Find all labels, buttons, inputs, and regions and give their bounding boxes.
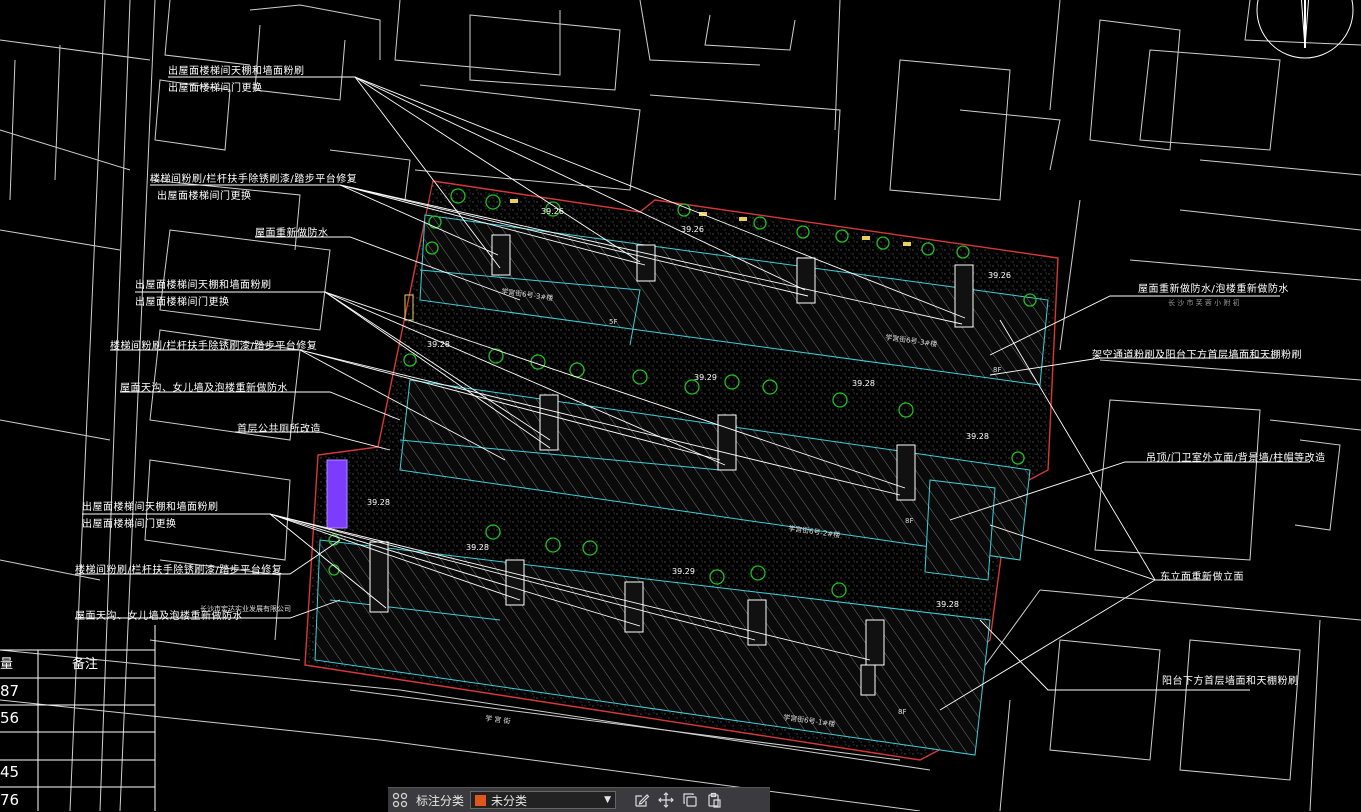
cad-drawing-canvas[interactable] [0,0,1361,811]
table-cell: 76 [0,791,20,809]
annotation-label: 东立面重新做立面 [1160,572,1244,583]
annotation-label: 屋面天沟、女儿墙及泡楼重新做防水 [120,383,288,394]
public-toilet-block [326,459,348,529]
annotation-label: 出屋面楼梯间门更换 [82,519,177,530]
paste-icon[interactable] [702,789,726,811]
elevation-mark: 39.28 [936,600,959,609]
annotation-label: 出屋面楼梯间门更换 [135,297,230,308]
annotation-label: 架空通道粉刷及阳台下方首层墙面和天棚粉刷 [1092,350,1302,361]
company-label: 长沙市宏达实业发展有限公司 [200,605,291,613]
annotation-label: 出屋面楼梯间天棚和墙面粉刷 [135,280,272,291]
floor-label: 8F [905,517,914,525]
category-swatch [475,794,487,806]
elevation-mark: 39.28 [427,340,450,349]
elevation-mark: 39.26 [541,207,564,216]
legend-table: 量 备注 87 56 45 76 [0,625,155,811]
edit-icon[interactable] [630,789,654,811]
annotation-toolbar: 标注分类 未分类 ▼ [388,787,770,812]
annotation-label: 出屋面楼梯间天棚和墙面粉刷 [168,66,305,77]
elevation-mark: 39.28 [966,432,989,441]
annotation-label: 楼梯间粉刷/栏杆扶手除锈刷漆/踏步平台修复 [110,341,318,352]
elevation-mark: 39.28 [367,498,390,507]
elevation-mark: 39.28 [852,379,875,388]
annotation-label: 出屋面楼梯间天棚和墙面粉刷 [82,502,219,513]
elevation-mark: 39.29 [672,567,695,576]
move-icon[interactable] [654,789,678,811]
floor-label: 5F [609,318,618,326]
annotation-label: 出屋面楼梯间门更换 [157,191,252,202]
category-label: 标注分类 [416,793,465,808]
table-header-qty: 量 [0,657,14,672]
annotation-label: 楼梯间粉刷/栏杆扶手除锈刷漆/踏步平台修复 [150,174,358,185]
elevation-mark: 39.28 [466,543,489,552]
table-cell: 56 [0,709,20,727]
table-cell: 45 [0,763,20,781]
annotation-label: 楼梯间粉刷/栏杆扶手除锈刷漆/踏步平台修复 [75,565,283,576]
elevation-mark: 39.29 [694,373,717,382]
chevron-down-icon: ▼ [604,795,612,805]
neighbor-label: 长 沙 市 芙 蓉 小 附 初 [1168,299,1240,307]
annotation-label: 屋面重新做防水 [255,228,329,239]
floor-label: 8F [993,366,1002,374]
grid-icon[interactable] [388,789,412,811]
table-cell: 87 [0,682,20,700]
floor-label: 8F [898,708,907,716]
annotation-label: 出屋面楼梯间门更换 [168,83,263,94]
category-selected: 未分类 [491,793,528,808]
annotation-label: 首层公共厕所改造 [237,424,321,435]
annotation-label: 屋面重新做防水/泡楼重新做防水 [1138,284,1289,295]
elevation-mark: 39.26 [988,271,1011,280]
table-header-notes: 备注 [72,657,99,672]
annotation-label: 阳台下方首层墙面和天棚粉刷 [1162,676,1299,687]
north-arrow-icon [1256,0,1354,59]
elevation-mark: 39.26 [681,225,704,234]
annotation-label: 吊顶/门卫室外立面/背景墙/柱帽等改造 [1146,453,1326,464]
category-select[interactable]: 未分类 ▼ [470,791,617,809]
copy-icon[interactable] [678,789,702,811]
